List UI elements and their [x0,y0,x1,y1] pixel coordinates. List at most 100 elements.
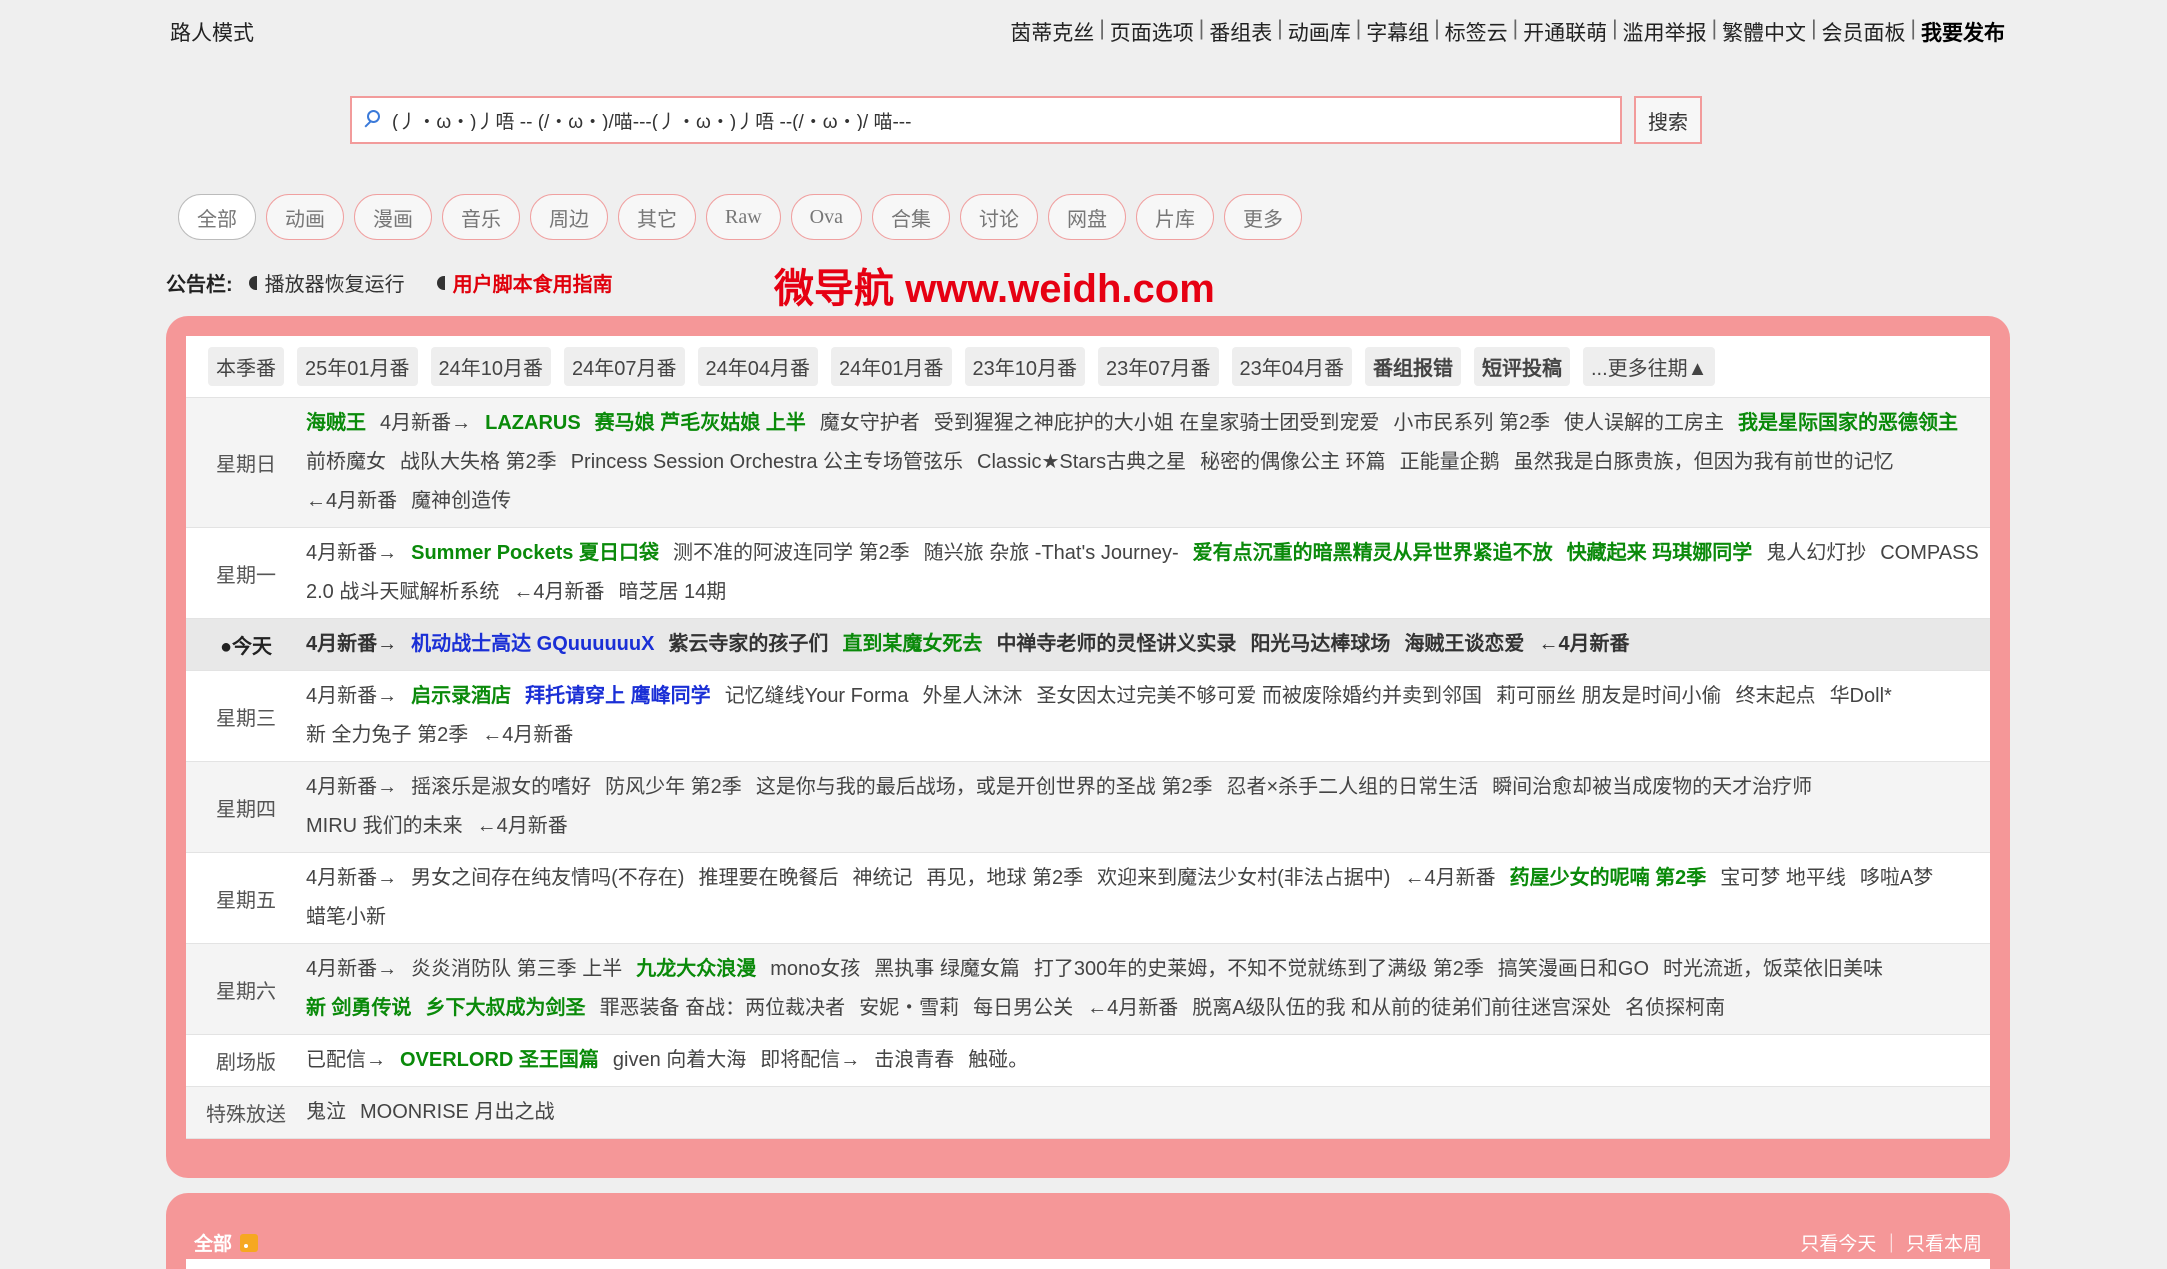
top-nav-link[interactable]: 开通联萌 [1523,17,1607,47]
show-link[interactable]: 外星人沐沐 [922,685,1022,707]
show-link[interactable]: 摇滚乐是淑女的嗜好 [411,776,591,798]
show-link[interactable]: ←4月新番 [1538,633,1629,655]
top-nav-link[interactable]: 番组表 [1209,17,1272,47]
top-nav-link[interactable]: 字幕组 [1366,17,1429,47]
show-link[interactable]: 药屋少女的呢喃 第2季 [1510,867,1707,889]
top-nav-link[interactable]: 动画库 [1288,17,1351,47]
top-nav-link[interactable]: 繁體中文 [1722,17,1806,47]
show-link[interactable]: 打了300年的史莱姆，不知不觉就练到了满级 第2季 [1034,958,1484,980]
category-tab[interactable]: 网盘 [1048,194,1126,240]
show-link[interactable]: 神统记 [852,867,912,889]
notice-link-userscript[interactable]: 用户脚本食用指南 [453,268,613,297]
show-link[interactable]: Princess Session Orchestra 公主专场管弦乐 [571,451,963,473]
show-link[interactable]: 搞笑漫画日和GO [1498,958,1649,980]
show-link[interactable]: 虽然我是白豚贵族，但因为我有前世的记忆 [1514,451,1894,473]
show-link[interactable]: ←4月新番 [1087,997,1178,1019]
show-link[interactable]: 暗芝居 14期 [618,581,726,603]
show-link[interactable]: ←4月新番 [1404,867,1495,889]
show-link[interactable]: 防风少年 第2季 [605,776,742,798]
season-tab[interactable]: 24年04月番 [697,347,818,386]
show-link[interactable]: 4月新番→ [306,867,397,889]
show-link[interactable]: 4月新番→ [380,412,471,434]
show-link[interactable]: 男女之间存在纯友情吗(不存在) [411,867,684,889]
show-link[interactable]: 宝可梦 地平线 [1720,867,1846,889]
top-nav-link[interactable]: 滥用举报 [1623,17,1707,47]
show-link[interactable]: ←4月新番 [513,581,604,603]
search-input[interactable] [392,109,1592,131]
show-link[interactable]: 战队大失格 第2季 [400,451,557,473]
show-link[interactable]: 记忆缝线Your Forma [725,685,909,707]
category-tab[interactable]: 讨论 [960,194,1038,240]
show-link[interactable]: 鬼泣 [306,1101,346,1123]
show-link[interactable]: 鬼人幻灯抄 [1766,542,1866,564]
show-link[interactable]: 罪恶装备 奋战：两位裁决者 [600,997,846,1019]
show-link[interactable]: 海贼王谈恋爱 [1404,633,1524,655]
show-link[interactable]: 九龙大众浪漫 [636,958,756,980]
top-nav-link[interactable]: 标签云 [1445,17,1508,47]
show-link[interactable]: 4月新番→ [306,958,397,980]
category-tab[interactable]: 片库 [1136,194,1214,240]
show-link[interactable]: 推理要在晚餐后 [698,867,838,889]
show-link[interactable]: Classic★Stars古典之星 [977,451,1186,473]
show-link[interactable]: 炎炎消防队 第三季 上半 [411,958,622,980]
season-tab[interactable]: 23年04月番 [1231,347,1352,386]
season-tab[interactable]: 短评投稿 [1474,347,1570,386]
show-link[interactable]: ←4月新番 [482,724,573,746]
show-link[interactable]: 随兴旅 杂旅 -That's Journey- [924,542,1179,564]
show-link[interactable]: 名侦探柯南 [1625,997,1725,1019]
season-tab[interactable]: 24年01月番 [831,347,952,386]
show-link[interactable]: mono女孩 [770,958,860,980]
season-tab[interactable]: 本季番 [208,347,284,386]
show-link[interactable]: 快藏起来 玛琪娜同学 [1567,542,1753,564]
show-link[interactable]: 启示录酒店 [411,685,511,707]
show-link[interactable]: 小市民系列 第2季 [1393,412,1550,434]
show-link[interactable]: 4月新番→ [306,685,397,707]
show-link[interactable]: given 向着大海 [613,1049,746,1071]
show-link[interactable]: 击浪青春 [874,1049,954,1071]
show-link[interactable]: 4月新番→ [306,776,397,798]
show-link[interactable]: 阳光马达棒球场 [1250,633,1390,655]
show-link[interactable]: 使人误解的工房主 [1564,412,1724,434]
show-link[interactable]: 这是你与我的最后战场，或是开创世界的圣战 第2季 [756,776,1213,798]
category-tab[interactable]: 合集 [872,194,950,240]
rss-icon[interactable] [240,1233,259,1252]
show-link[interactable]: 受到猩猩之神庇护的大小姐 在皇家骑士团受到宠爱 [934,412,1380,434]
show-link[interactable]: 4月新番→ [306,633,397,655]
mode-label[interactable]: 路人模式 [170,17,254,47]
season-tab[interactable]: 25年01月番 [297,347,418,386]
category-tab[interactable]: Ova [790,194,862,240]
season-tab[interactable]: 番组报错 [1365,347,1461,386]
show-link[interactable]: 秘密的偶像公主 环篇 [1200,451,1386,473]
show-link[interactable]: 时光流逝，饭菜依旧美味 [1663,958,1883,980]
show-link[interactable]: 华Doll* [1830,685,1892,707]
category-tab[interactable]: 音乐 [442,194,520,240]
category-tab[interactable]: 更多 [1224,194,1302,240]
category-tab[interactable]: Raw [706,194,781,240]
top-nav-link[interactable]: 会员面板 [1822,17,1906,47]
show-link[interactable]: 即将配信→ [760,1049,860,1071]
category-tab[interactable]: 全部 [178,194,256,240]
all-link[interactable]: 全部 [194,1229,232,1256]
show-link[interactable]: 新 剑勇传说 [306,997,412,1019]
show-link[interactable]: 欢迎来到魔法少女村(非法占据中) [1097,867,1390,889]
show-link[interactable]: 哆啦A梦 [1860,867,1933,889]
show-link[interactable]: 安妮・雪莉 [859,997,959,1019]
show-link[interactable]: 机动战士高达 GQuuuuuuX [411,633,654,655]
show-link[interactable]: 中禅寺老师的灵怪讲义实录 [996,633,1236,655]
season-tab[interactable]: ...更多往期▲ [1583,347,1716,386]
category-tab[interactable]: 周边 [530,194,608,240]
show-link[interactable]: MOONRISE 月出之战 [360,1101,554,1123]
show-link[interactable]: 终末起点 [1736,685,1816,707]
show-link[interactable]: 4月新番→ [306,542,397,564]
show-link[interactable]: 圣女因太过完美不够可爱 而被废除婚约并卖到邻国 [1036,685,1482,707]
show-link[interactable]: OVERLORD 圣王国篇 [400,1049,599,1071]
show-link[interactable]: 莉可丽丝 朋友是时间小偷 [1496,685,1722,707]
show-link[interactable]: Summer Pockets 夏日口袋 [411,542,659,564]
notice-link-player[interactable]: 播放器恢复运行 [265,268,405,297]
show-link[interactable]: 赛马娘 芦毛灰姑娘 上半 [595,412,806,434]
show-link[interactable]: 黑执事 绿魔女篇 [874,958,1020,980]
category-tab[interactable]: 动画 [266,194,344,240]
show-link[interactable]: 魔女守护者 [820,412,920,434]
show-link[interactable]: 脱离A级队伍的我 和从前的徒弟们前往迷宫深处 [1192,997,1611,1019]
show-link[interactable]: 魔神创造传 [411,490,511,512]
